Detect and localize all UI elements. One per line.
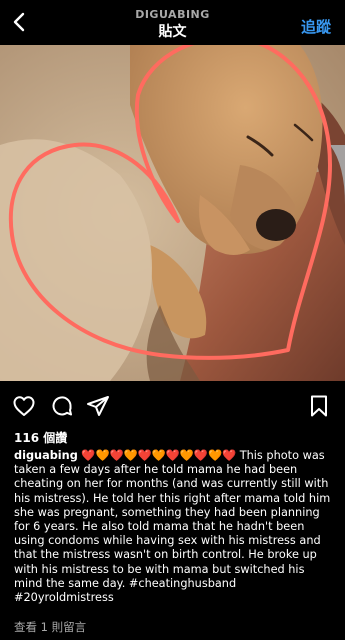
post-caption: diguabing ❤️🧡❤️🧡❤️🧡❤️🧡❤️🧡❤️ This photo w… xyxy=(14,449,334,605)
caption-text: This photo was taken a few days after he… xyxy=(14,449,331,605)
page-title: 貼文 xyxy=(158,24,187,40)
post-actions xyxy=(0,390,345,422)
post-username-header[interactable]: DIGUABING xyxy=(0,8,345,21)
likes-count[interactable]: 116 個讚 xyxy=(14,429,67,446)
view-comments-link[interactable]: 查看 1 則留言 xyxy=(14,619,86,635)
heart-icon[interactable] xyxy=(12,394,36,418)
paper-plane-icon[interactable] xyxy=(86,394,110,418)
caption-hearts: ❤️🧡❤️🧡❤️🧡❤️🧡❤️🧡❤️ xyxy=(81,449,237,462)
post-photo[interactable] xyxy=(0,45,345,381)
dog-photo-illustration xyxy=(0,45,345,381)
bookmark-icon[interactable] xyxy=(307,394,331,418)
top-bar: DIGUABING 貼文 追蹤 xyxy=(0,0,345,44)
caption-username[interactable]: diguabing xyxy=(14,449,78,462)
follow-button[interactable]: 追蹤 xyxy=(301,16,331,37)
comment-bubble-icon[interactable] xyxy=(50,394,74,418)
